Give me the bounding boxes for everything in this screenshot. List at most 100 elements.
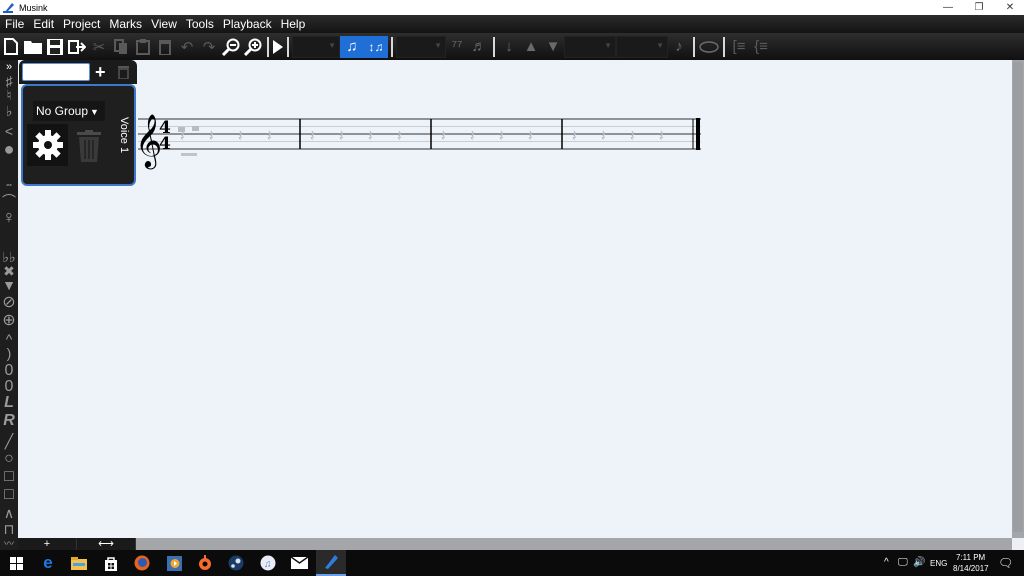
slur-icon: [699, 40, 719, 53]
clock-date[interactable]: 8/14/2017: [953, 564, 989, 573]
delete-voice-icon[interactable]: [118, 66, 129, 79]
itunes-taskbar-icon[interactable]: ♫: [259, 554, 277, 572]
voice-name-input[interactable]: [22, 63, 90, 81]
resize-panel-button[interactable]: ⟷: [77, 538, 136, 550]
redo-button[interactable]: ↷: [198, 36, 220, 58]
right-hand-icon[interactable]: R: [0, 413, 18, 429]
add-panel-button[interactable]: +: [18, 538, 77, 550]
marcato-icon[interactable]: ^: [0, 332, 18, 346]
minimize-button[interactable]: —: [932, 0, 964, 15]
open-hihat-icon[interactable]: ⊘: [0, 295, 18, 311]
stem-direction-toggle[interactable]: ↕♫: [364, 35, 388, 58]
quarter-rest: 𝄽: [659, 126, 664, 145]
horizontal-scrollbar[interactable]: [136, 538, 1012, 550]
menu-file[interactable]: File: [1, 15, 28, 33]
gear-icon: [32, 130, 63, 160]
grace-notes-button[interactable]: ⁷⁷: [446, 36, 468, 58]
move-up-button[interactable]: ▲: [520, 36, 542, 58]
mail-taskbar-icon[interactable]: [290, 554, 308, 572]
square-icon[interactable]: □: [0, 469, 18, 485]
double-sharp-icon[interactable]: ✖: [0, 264, 18, 278]
save-button[interactable]: [44, 36, 66, 58]
media-player-taskbar-icon[interactable]: [165, 554, 183, 572]
title-bar: Musink: [0, 0, 1024, 15]
file-explorer-taskbar-icon[interactable]: [70, 554, 88, 572]
network-icon[interactable]: 🖵: [898, 557, 908, 568]
export-button[interactable]: [66, 36, 88, 58]
menu-tools[interactable]: Tools: [182, 15, 218, 33]
zoom-out-button[interactable]: [220, 36, 242, 58]
play-button[interactable]: [272, 36, 284, 58]
eighth-note-button[interactable]: ♪: [668, 36, 690, 58]
volume-icon[interactable]: 🔊: [913, 557, 925, 568]
breath-icon[interactable]: ): [0, 346, 18, 360]
pedal-icon[interactable]: ♀: [0, 208, 18, 226]
articulation-dropdown[interactable]: [564, 35, 616, 58]
stem-flip-button[interactable]: ↓: [498, 36, 520, 58]
left-hand-icon[interactable]: L: [0, 395, 18, 411]
musink-taskbar-icon[interactable]: [316, 550, 346, 576]
line-icon[interactable]: ╱: [0, 434, 18, 448]
down-bow-icon[interactable]: ⊓: [0, 522, 18, 536]
vertical-scroll-thumb[interactable]: [1013, 62, 1023, 532]
close-button[interactable]: ✕: [994, 0, 1024, 15]
menu-project[interactable]: Project: [59, 15, 104, 33]
zoom-in-button[interactable]: [242, 36, 264, 58]
loop-icon[interactable]: 0: [0, 363, 18, 379]
add-voice-button[interactable]: +: [95, 62, 106, 82]
accent-icon[interactable]: ▼: [0, 278, 18, 292]
origin-taskbar-icon[interactable]: [196, 554, 214, 572]
chevron-down-icon: ▼: [90, 107, 99, 117]
natural-icon[interactable]: ♮: [0, 88, 18, 102]
menu-marks[interactable]: Marks: [105, 15, 146, 33]
paste-button[interactable]: [132, 36, 154, 58]
score-canvas[interactable]: 𝄞 4 4 𝄽 𝄽 𝄽 𝄽 𝄽 𝄽 𝄽 𝄽 𝄽 𝄽 𝄽 𝄽 𝄽 𝄽 𝄽 𝄽: [18, 60, 1012, 538]
undo-button[interactable]: ↶: [176, 36, 198, 58]
turn-icon[interactable]: 𝆗: [0, 178, 18, 192]
expand-palette-icon[interactable]: »: [0, 60, 18, 74]
firefox-taskbar-icon[interactable]: [133, 554, 151, 572]
circle-icon[interactable]: ○: [0, 451, 18, 467]
restore-button[interactable]: ❐: [963, 0, 995, 15]
up-bow-icon[interactable]: ∧: [0, 506, 18, 520]
open-button[interactable]: [22, 36, 44, 58]
fermata-icon[interactable]: ⌒: [0, 194, 18, 208]
edge-taskbar-icon[interactable]: e: [39, 553, 57, 572]
ornament-dropdown[interactable]: [616, 35, 668, 58]
menu-help[interactable]: Help: [277, 15, 310, 33]
brace-button[interactable]: {≡: [750, 36, 772, 58]
show-hidden-icons-button[interactable]: ^: [884, 557, 889, 568]
menu-edit[interactable]: Edit: [29, 15, 58, 33]
loop-2-icon[interactable]: 0: [0, 379, 18, 395]
square-2-icon[interactable]: □: [0, 487, 18, 503]
store-taskbar-icon[interactable]: [102, 554, 120, 572]
piano-button[interactable]: ♬: [468, 36, 490, 58]
crescendo-icon[interactable]: <: [0, 124, 18, 138]
note-length-dropdown[interactable]: [292, 35, 340, 58]
action-center-icon[interactable]: 🗨: [998, 556, 1013, 570]
clock-time[interactable]: 7:11 PM: [956, 553, 985, 562]
voice-delete-button[interactable]: [74, 128, 104, 164]
slur-button[interactable]: [698, 36, 720, 58]
mordent-icon[interactable]: ⊕: [0, 313, 18, 329]
delete-button[interactable]: [154, 36, 176, 58]
menu-playback[interactable]: Playback: [219, 15, 276, 33]
new-document-button[interactable]: [0, 36, 22, 58]
menu-view[interactable]: View: [147, 15, 181, 33]
group-dropdown[interactable]: No Group ▼: [33, 101, 105, 121]
cut-button[interactable]: ✂: [88, 36, 110, 58]
sharp-icon[interactable]: ♯: [0, 74, 18, 88]
move-down-button[interactable]: ▼: [542, 36, 564, 58]
vertical-scrollbar[interactable]: [1012, 60, 1024, 538]
language-indicator[interactable]: ENG: [930, 559, 947, 568]
copy-button[interactable]: [110, 36, 132, 58]
show-notes-toggle[interactable]: ♫: [340, 35, 364, 58]
start-button[interactable]: [7, 554, 25, 572]
flat-icon[interactable]: ♭: [0, 104, 18, 118]
steam-taskbar-icon[interactable]: [227, 554, 245, 572]
bracket-button[interactable]: [≡: [728, 36, 750, 58]
dynamics-dropdown[interactable]: [396, 35, 446, 58]
voice-settings-button[interactable]: [27, 124, 68, 166]
double-flat-icon[interactable]: ♭♭: [0, 250, 18, 264]
dot-icon[interactable]: ●: [0, 140, 18, 158]
